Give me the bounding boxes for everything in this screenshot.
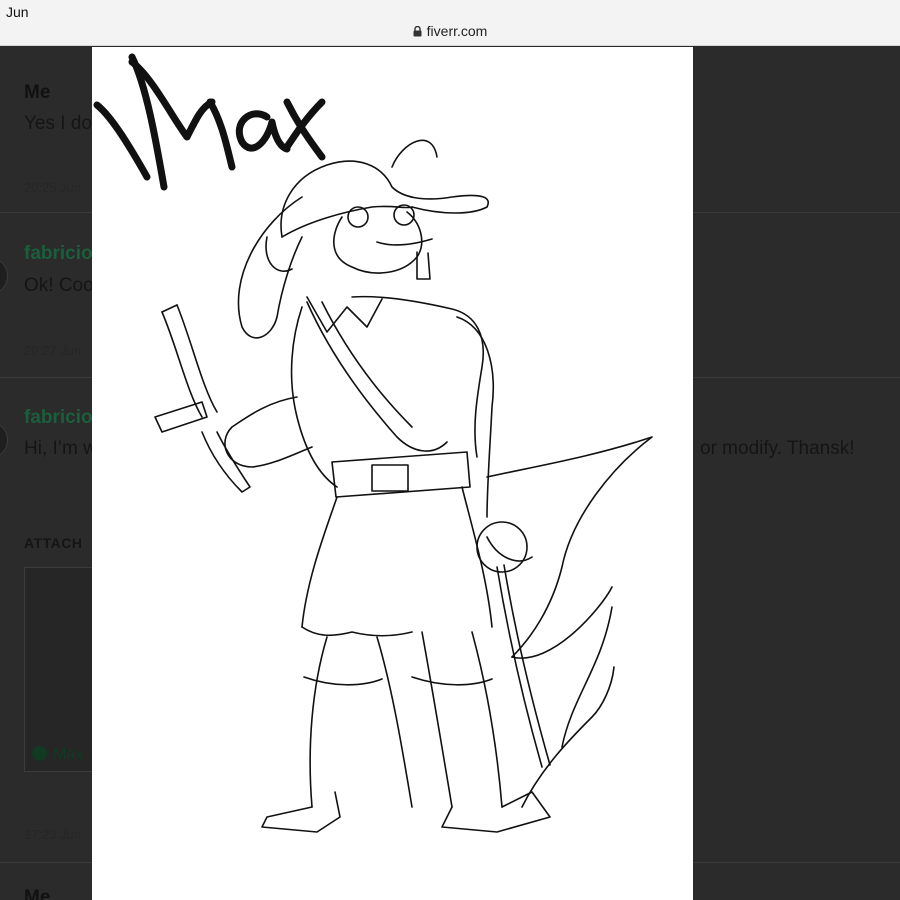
avatar[interactable]	[0, 421, 8, 459]
status-time: Jun	[6, 4, 29, 20]
signature-max	[93, 53, 326, 191]
avatar[interactable]	[0, 257, 8, 295]
attachments-label: ATTACH	[24, 535, 83, 551]
message-text-tail: or modify. Thansk!	[700, 438, 855, 459]
browser-top-bar: Jun fiverr.com	[0, 0, 900, 46]
attachment-filename: Max	[53, 746, 84, 763]
message-text: Ok! Coo	[24, 275, 94, 296]
attachment-download-link[interactable]: Max	[32, 744, 83, 764]
sketch-lineart	[154, 139, 653, 833]
message-text: Yes I do	[24, 113, 92, 134]
message-sender: Me	[24, 887, 51, 900]
message-sender[interactable]: fabricio	[24, 243, 93, 265]
message-time: 20:27 Jun	[24, 343, 82, 358]
message-text: Hi, I’m w	[24, 438, 97, 459]
url-text: fiverr.com	[426, 23, 488, 39]
image-viewer[interactable]	[92, 47, 693, 900]
message-time: 17:23 Jun	[24, 827, 82, 842]
message-sender: Me	[24, 82, 51, 103]
message-sender[interactable]: fabricio	[24, 407, 93, 429]
address-bar[interactable]: fiverr.com	[0, 23, 900, 39]
character-sketch	[93, 53, 653, 833]
message-time: 20:25 Jun	[24, 180, 82, 195]
download-icon	[32, 746, 47, 761]
lock-icon	[413, 24, 422, 37]
